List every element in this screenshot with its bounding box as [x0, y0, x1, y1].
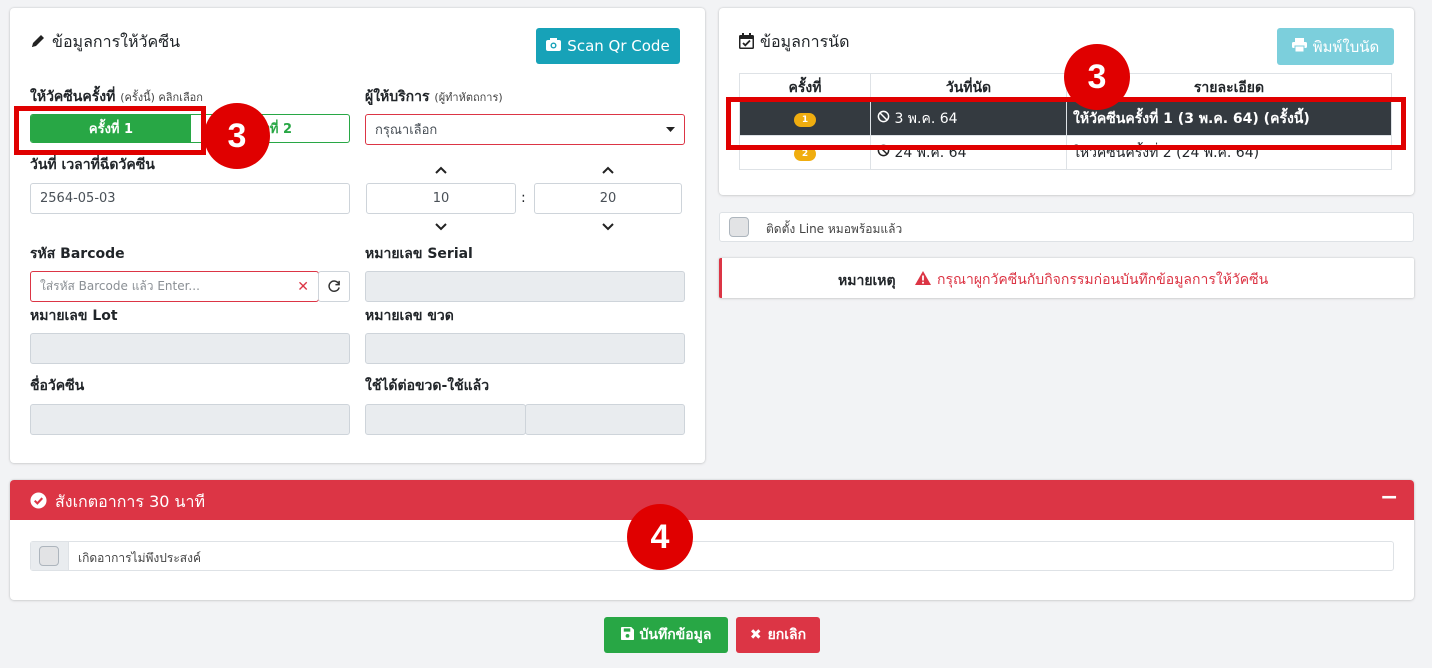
- provider-label-text: ผู้ให้บริการ: [365, 89, 430, 105]
- cancel-button[interactable]: ✖ ยกเลิก: [736, 617, 820, 653]
- vaccine-name-label: ชื่อวัคซีน: [30, 378, 85, 394]
- vaccine-info-title: ข้อมูลการให้วัคซีน: [52, 32, 181, 51]
- minute-up-button[interactable]: [588, 162, 628, 178]
- hour-down-button[interactable]: [421, 219, 461, 235]
- collapse-button[interactable]: −: [1380, 485, 1398, 510]
- annotation-marker-3a: 3: [204, 103, 270, 169]
- adverse-event-checkbox[interactable]: [31, 542, 69, 570]
- cancel-label: ยกเลิก: [767, 627, 807, 643]
- chevron-up-icon: [435, 166, 447, 174]
- clear-icon[interactable]: ✕: [297, 279, 309, 295]
- lot-input: [30, 333, 350, 364]
- close-icon: ✖: [749, 627, 762, 643]
- hour-input[interactable]: 10: [366, 183, 516, 214]
- adverse-event-checkbox-box[interactable]: [39, 546, 59, 566]
- check-circle-icon: [30, 492, 47, 513]
- minute-input[interactable]: 20: [534, 183, 682, 214]
- vaccine-name-input: [30, 404, 350, 435]
- datetime-label: วันที่ เวลาที่ฉีดวัคซีน: [30, 157, 155, 173]
- vaccine-info-header: ข้อมูลการให้วัคซีน: [30, 30, 180, 55]
- serial-label: หมายเลข Serial: [365, 246, 473, 262]
- observation-header: สังเกตอาการ 30 นาที −: [10, 480, 1414, 520]
- chevron-up-icon: [602, 166, 614, 174]
- chevron-down-icon: [602, 223, 614, 231]
- dose-label: ให้วัคซีนครั้งที่ (ครั้งนี้) คลิกเลือก: [30, 86, 203, 108]
- adverse-event-label: เกิดอาการไม่พึงประสงค์: [78, 551, 201, 565]
- serial-input: [365, 271, 685, 302]
- print-appointment-button[interactable]: พิมพ์ใบนัด: [1277, 28, 1394, 65]
- save-button[interactable]: บันทึกข้อมูล: [604, 617, 728, 653]
- note-box: หมายเหตุ กรุณาผูกวัคซีนกับกิจกรรมก่อนบัน…: [719, 258, 1414, 298]
- dose-hint: (ครั้งนี้) คลิกเลือก: [120, 91, 203, 104]
- floppy-disk-icon: [620, 626, 634, 644]
- save-label: บันทึกข้อมูล: [639, 627, 712, 643]
- caret-down-icon: [666, 122, 675, 137]
- barcode-refresh-button[interactable]: [318, 271, 350, 302]
- usage-used-input: [525, 404, 685, 435]
- line-installed-row[interactable]: ติดตั้ง Line หมอพร้อมแล้ว: [719, 212, 1414, 242]
- usage-label: ใช้ได้ต่อขวด-ใช้แล้ว: [365, 378, 490, 394]
- refresh-icon: [327, 280, 340, 292]
- scan-qr-label: Scan Qr Code: [567, 37, 670, 55]
- highlight-box-appointment-row: [726, 97, 1406, 150]
- hour-up-button[interactable]: [421, 162, 461, 178]
- lot-label: หมายเลข Lot: [30, 308, 118, 324]
- pencil-icon: [30, 33, 46, 53]
- bottle-label: หมายเลข ขวด: [365, 308, 454, 324]
- adverse-event-row[interactable]: เกิดอาการไม่พึงประสงค์: [30, 541, 1394, 571]
- scan-qr-button[interactable]: Scan Qr Code: [536, 28, 680, 64]
- note-label: หมายเหตุ: [838, 273, 896, 289]
- appointment-header: ข้อมูลการนัด: [739, 30, 850, 55]
- observation-title-row: สังเกตอาการ 30 นาที: [30, 490, 205, 515]
- observation-card: สังเกตอาการ 30 นาที − เกิดอาการไม่พึงประ…: [10, 480, 1414, 600]
- provider-select[interactable]: กรุณาเลือก: [365, 114, 685, 145]
- annotation-marker-3b: 3: [1064, 44, 1130, 110]
- note-message: กรุณาผูกวัคซีนกับกิจกรรมก่อนบันทึกข้อมูล…: [915, 269, 1268, 291]
- dose-label-text: ให้วัคซีนครั้งที่: [30, 89, 116, 105]
- provider-hint: (ผู้ทำหัตถการ): [434, 91, 503, 104]
- vaccine-info-card: ข้อมูลการให้วัคซีน Scan Qr Code ให้วัคซี…: [10, 8, 705, 463]
- barcode-input[interactable]: ใส่รหัส Barcode แล้ว Enter... ✕: [30, 271, 319, 302]
- time-separator: :: [521, 190, 526, 206]
- bottle-input: [365, 333, 685, 364]
- barcode-placeholder: ใส่รหัส Barcode แล้ว Enter...: [40, 279, 200, 293]
- minute-down-button[interactable]: [588, 219, 628, 235]
- vaccination-date-input[interactable]: 2564-05-03: [30, 183, 350, 214]
- observation-title: สังเกตอาการ 30 นาที: [55, 492, 205, 511]
- note-text: กรุณาผูกวัคซีนกับกิจกรรมก่อนบันทึกข้อมูล…: [937, 272, 1269, 288]
- provider-placeholder: กรุณาเลือก: [375, 123, 438, 138]
- camera-icon: [546, 37, 562, 55]
- warning-icon: [915, 271, 931, 289]
- line-installed-label: ติดตั้ง Line หมอพร้อมแล้ว: [766, 222, 903, 236]
- appointment-title: ข้อมูลการนัด: [760, 32, 850, 51]
- highlight-box-dose: [14, 106, 206, 155]
- printer-icon: [1291, 37, 1307, 56]
- calendar-check-icon: [739, 32, 754, 53]
- provider-label: ผู้ให้บริการ (ผู้ทำหัตถการ): [365, 86, 503, 108]
- usage-per-bottle-input: [365, 404, 526, 435]
- barcode-label: รหัส Barcode: [30, 246, 125, 262]
- print-label: พิมพ์ใบนัด: [1312, 37, 1380, 56]
- chevron-down-icon: [435, 223, 447, 231]
- line-installed-checkbox[interactable]: [729, 217, 749, 237]
- annotation-marker-4: 4: [627, 504, 693, 570]
